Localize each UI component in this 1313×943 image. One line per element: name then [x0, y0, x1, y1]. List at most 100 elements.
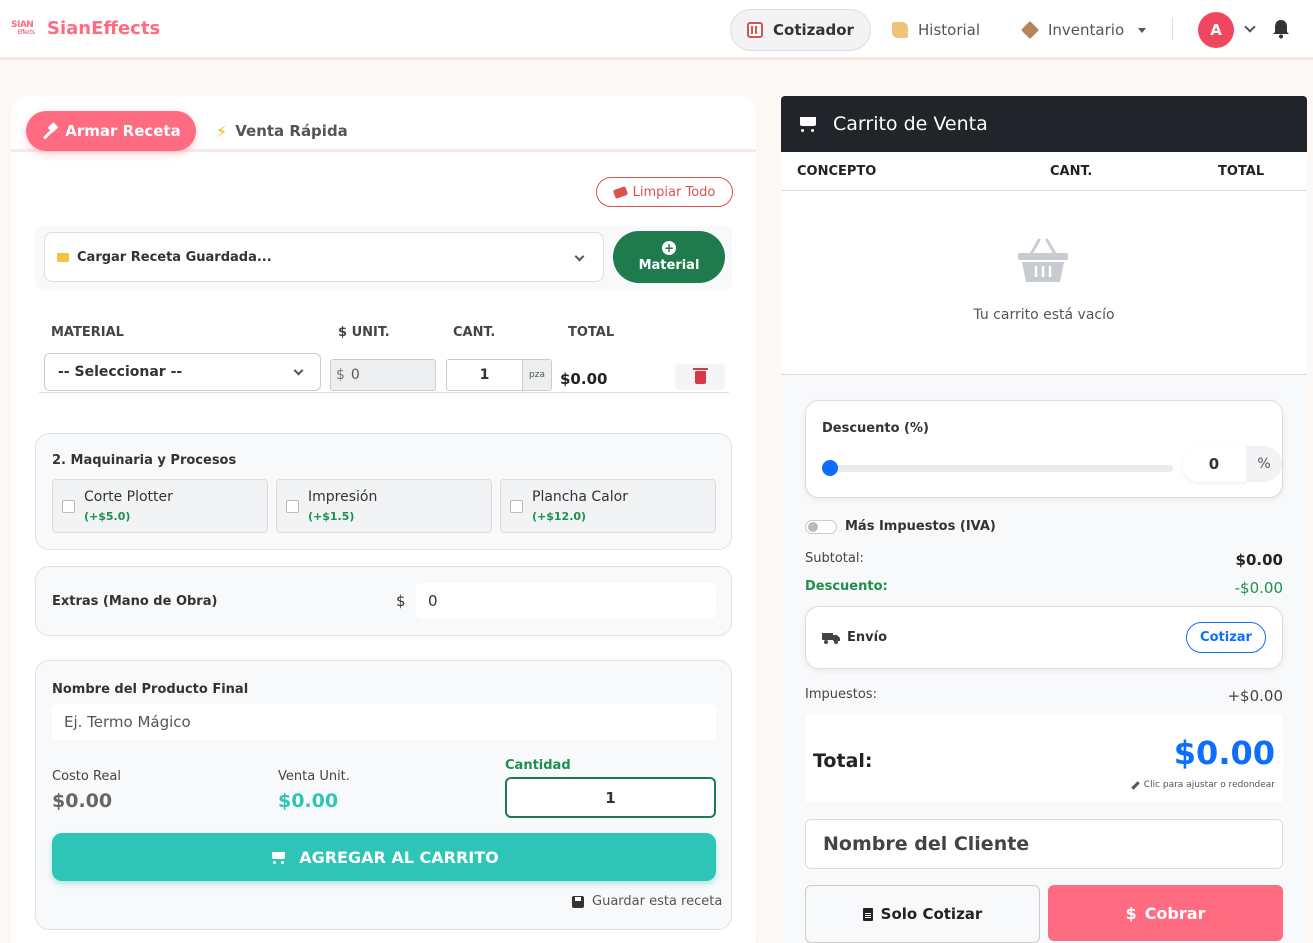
nav-cotizador[interactable]: Cotizador	[730, 9, 871, 51]
total-hint: Clic para ajustar o redondear	[1131, 780, 1275, 790]
pencil-icon	[1131, 780, 1140, 790]
process-option-plancha-calor[interactable]: Plancha Calor (+$12.0)	[500, 479, 716, 533]
add-material-button[interactable]: + Material	[613, 231, 725, 283]
cart-header: Carrito de Venta	[781, 96, 1307, 152]
machinery-title: 2. Maquinaria y Procesos	[52, 453, 237, 468]
discount-label: Descuento (%)	[822, 421, 929, 436]
total-hint-text: Clic para ajustar o redondear	[1143, 780, 1275, 790]
shopping-cart-icon	[797, 115, 819, 133]
discount-slider[interactable]	[828, 465, 1173, 472]
calculator-icon	[747, 22, 763, 38]
material-qty-value: 1	[479, 367, 490, 383]
product-name-input[interactable]: Ej. Termo Mágico	[52, 704, 716, 740]
total-card[interactable]: Total: $0.00 Clic para ajustar o redonde…	[805, 714, 1283, 802]
checkbox[interactable]	[286, 500, 299, 513]
process-price: (+$12.0)	[532, 510, 587, 523]
nav-inventario-dropdown[interactable]: Inventario	[1006, 9, 1162, 51]
client-name-input[interactable]: Nombre del Cliente	[805, 819, 1283, 869]
tab-venta-rapida[interactable]: ⚡ Venta Rápida	[216, 111, 348, 151]
hammer-icon	[41, 124, 57, 138]
quote-only-button[interactable]: Solo Cotizar	[805, 885, 1040, 943]
cart-table-header: CONCEPTO CANT. TOTAL	[781, 152, 1307, 191]
unit-price-input[interactable]: $ 0	[330, 359, 436, 391]
product-qty-input[interactable]: 1	[505, 777, 716, 818]
nav-historial-label: Historial	[918, 21, 981, 39]
discount-slider-thumb[interactable]	[822, 460, 838, 476]
currency-symbol: $	[396, 592, 406, 610]
total-value[interactable]: $0.00	[1174, 734, 1275, 772]
discount-row-label: Descuento:	[805, 579, 888, 594]
nav-inventario-label: Inventario	[1048, 21, 1125, 39]
col-material: MATERIAL	[51, 325, 124, 340]
add-to-cart-button[interactable]: AGREGAR AL CARRITO	[52, 833, 716, 881]
user-menu-chevron-icon[interactable]	[1244, 21, 1256, 33]
eraser-icon	[612, 185, 628, 199]
material-qty-input[interactable]: 1 pza	[446, 359, 552, 391]
charge-button[interactable]: $ Cobrar	[1048, 885, 1283, 941]
clear-all-button[interactable]: Limpiar Todo	[596, 177, 733, 207]
material-select[interactable]: -- Seleccionar --	[44, 353, 321, 391]
divider	[39, 392, 729, 393]
panel-tabs: Armar Receta ⚡ Venta Rápida	[11, 96, 756, 152]
percent-addon: %	[1246, 446, 1282, 482]
charge-label: Cobrar	[1144, 903, 1206, 923]
scroll-icon	[892, 22, 908, 38]
cost-value: $0.00	[52, 790, 113, 812]
delete-row-button[interactable]	[675, 364, 725, 390]
nav-cotizador-label: Cotizador	[773, 21, 854, 39]
col-concept: CONCEPTO	[797, 164, 877, 179]
quote-only-label: Solo Cotizar	[880, 905, 983, 923]
cart-title: Carrito de Venta	[833, 113, 988, 135]
checkbox[interactable]	[510, 500, 523, 513]
col-qty: CANT.	[1050, 164, 1093, 179]
cart-empty-state: Tu carrito está vacío	[781, 191, 1307, 375]
discount-input[interactable]: 0	[1182, 446, 1246, 482]
extras-input[interactable]: 0	[416, 583, 716, 619]
unit-label: pza	[522, 360, 551, 390]
nav-divider	[1172, 18, 1173, 40]
recipe-loader-row: Cargar Receta Guardada... + Material	[35, 226, 732, 290]
basket-icon	[1018, 238, 1068, 282]
process-option-impresion[interactable]: Impresión (+$1.5)	[276, 479, 492, 533]
extras-section: Extras (Mano de Obra) $ 0	[35, 566, 732, 636]
tab-armar-receta[interactable]: Armar Receta	[26, 111, 196, 151]
save-recipe-link[interactable]: Guardar esta receta	[572, 894, 722, 909]
subtotal-label: Subtotal:	[805, 551, 864, 566]
discount-row: Descuento: -$0.00	[805, 579, 1283, 597]
discount-card: Descuento (%) 0 %	[805, 400, 1283, 498]
shipping-card: Envío Cotizar	[805, 606, 1283, 669]
bell-icon[interactable]	[1272, 19, 1290, 39]
process-price: (+$5.0)	[84, 510, 131, 523]
load-recipe-select[interactable]: Cargar Receta Guardada...	[44, 232, 604, 282]
plus-circle-icon: +	[662, 241, 676, 255]
cost-label: Costo Real	[52, 769, 122, 784]
lightning-icon: ⚡	[216, 121, 228, 141]
quote-shipping-button[interactable]: Cotizar	[1186, 622, 1266, 653]
total-label: Total:	[813, 750, 873, 772]
subtotal-value: $0.00	[1235, 551, 1283, 569]
recipe-panel: Armar Receta ⚡ Venta Rápida Limpiar Todo…	[11, 96, 756, 943]
brand-logo-subtext: Effects	[17, 28, 35, 36]
truck-icon	[822, 633, 840, 644]
process-option-corte-plotter[interactable]: Corte Plotter (+$5.0)	[52, 479, 268, 533]
nav-historial[interactable]: Historial	[876, 9, 996, 51]
discount-row-value: -$0.00	[1234, 579, 1283, 597]
folder-icon	[57, 252, 69, 262]
document-icon	[862, 907, 873, 921]
caret-down-icon	[1138, 27, 1147, 33]
taxes-toggle[interactable]	[805, 520, 837, 534]
shipping-label: Envío	[847, 630, 887, 645]
add-material-label: Material	[638, 258, 700, 273]
cart-panel: Carrito de Venta CONCEPTO CANT. TOTAL Tu…	[781, 96, 1307, 943]
machinery-section: 2. Maquinaria y Procesos Corte Plotter (…	[35, 433, 732, 550]
load-recipe-label: Cargar Receta Guardada...	[77, 249, 272, 265]
process-name: Corte Plotter	[84, 489, 173, 505]
add-to-cart-label: AGREGAR AL CARRITO	[299, 847, 499, 867]
user-avatar[interactable]: A	[1198, 12, 1234, 48]
material-select-value: -- Seleccionar --	[58, 364, 183, 380]
col-total: TOTAL	[568, 325, 615, 340]
chevron-down-icon	[574, 251, 585, 262]
col-unit-price: $ UNIT.	[338, 325, 390, 340]
checkbox[interactable]	[62, 500, 75, 513]
brand[interactable]: SIAN Effects SianEffects	[11, 18, 160, 39]
